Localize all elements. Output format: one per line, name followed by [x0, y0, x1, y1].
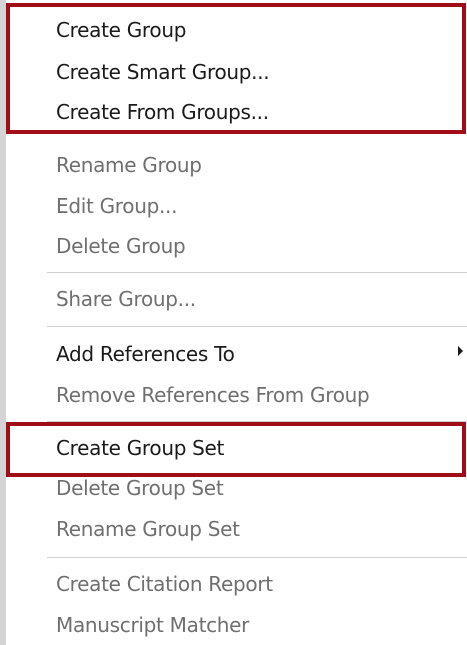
menu-item-create-from-groups[interactable]: Create From Groups... [56, 92, 269, 132]
menu-separator [47, 557, 467, 558]
menu-item-create-group[interactable]: Create Group [56, 10, 186, 50]
menu-item-delete-group: Delete Group [56, 234, 186, 258]
menu-item-create-smart-group[interactable]: Create Smart Group... [56, 52, 270, 92]
context-menu: Create Group Create Smart Group... Creat… [0, 0, 467, 645]
menu-item-share-group: Share Group... [56, 287, 196, 311]
menu-item-add-references-to[interactable]: Add References To [56, 334, 235, 374]
menu-item-rename-group-set: Rename Group Set [56, 517, 240, 541]
menu-separator [47, 272, 467, 273]
menu-item-rename-group: Rename Group [56, 153, 202, 177]
menu-item-edit-group: Edit Group... [56, 194, 178, 218]
menu-left-border [0, 0, 6, 645]
menu-separator [47, 326, 467, 327]
menu-item-manuscript-matcher: Manuscript Matcher [56, 613, 250, 637]
submenu-arrow-icon [458, 346, 463, 356]
menu-item-create-citation-report: Create Citation Report [56, 572, 273, 596]
menu-item-remove-references-from-group: Remove References From Group [56, 383, 370, 407]
menu-item-delete-group-set: Delete Group Set [56, 476, 224, 500]
menu-item-create-group-set[interactable]: Create Group Set [56, 428, 224, 468]
menu-separator [47, 421, 467, 422]
